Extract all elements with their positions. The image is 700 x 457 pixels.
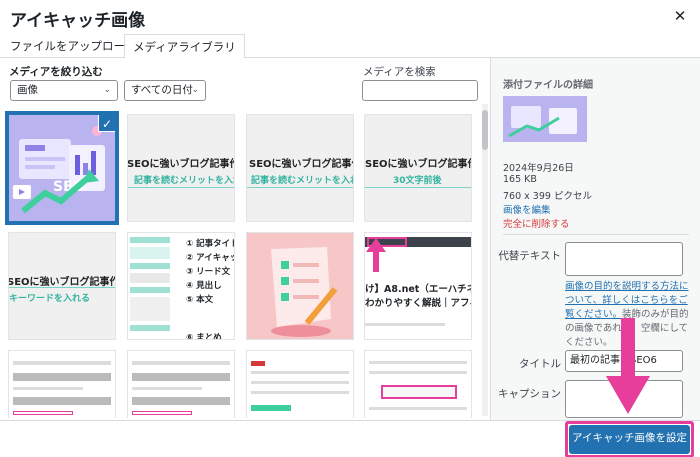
search-label: メディアを検索 [363,66,436,78]
grid-scrollbar[interactable] [482,104,488,416]
text-placeholder [365,323,445,326]
highlight-box [381,385,457,399]
attachment-details-heading: 添付ファイルの詳細 [503,80,593,91]
line [13,361,111,365]
search-input[interactable] [362,80,478,101]
line [251,371,349,374]
line [13,373,111,381]
line [132,397,230,405]
highlight-box [132,411,192,415]
close-icon[interactable]: ✕ [670,6,690,26]
filter-label: メディアを絞り込む [9,66,103,78]
date-select[interactable]: すべての日付 ⌄ [124,80,206,101]
media-type-value: 画像 [17,84,38,96]
line [13,397,111,405]
annotation-arrow-down-icon [606,318,650,414]
divider [365,187,471,188]
line [251,381,349,384]
alt-text-field[interactable] [565,242,683,276]
line [132,387,202,390]
thumb-caption: SEOに強いブログ記事作成プロ [365,159,471,170]
line [132,361,230,365]
divider [9,287,115,288]
divider [247,187,353,188]
line [251,391,349,394]
media-thumb[interactable]: SEOに強いブログ記事作成プロ 30文字前後 [364,114,472,222]
tab-media-library[interactable]: メディアライブラリ [124,34,245,59]
divider [128,187,234,188]
line [369,407,467,410]
attachment-dimensions: 760 x 399 ピクセル [503,191,592,202]
outline-item: ⑥ まとめ [186,333,222,340]
caption-label: キャプション [498,388,561,400]
outline-item: ⑤ 本文 [186,295,214,305]
scrollbar-knob[interactable] [482,110,488,150]
media-thumb-checklist[interactable] [246,232,354,340]
modal-title: アイキャッチ画像 [10,11,146,31]
outline-item: ① 記事タイトル [186,239,234,249]
attachment-details-sidebar: 添付ファイルの詳細 2024年9月26日 165 KB 760 x 399 ピク… [490,58,700,420]
delete-permanently-link[interactable]: 完全に削除する [503,216,570,230]
thumb-subcaption: 30文字前後 [393,176,442,186]
outline-item: ③ リード文 [186,267,231,277]
line [369,371,467,374]
media-thumb[interactable]: SEOに強いブログ記事作成プロ 記事を読むメリットを入れる [246,114,354,222]
media-grid: SEO ✓ SEOに強いブログ記事作成プロ 記事を読むメリットを入れる SEOに… [0,104,490,418]
edit-image-link[interactable]: 画像を編集 [503,202,551,216]
button-shape [251,405,291,411]
chevron-down-icon: ⌄ [103,85,111,95]
media-thumb-screenshot[interactable] [127,350,235,418]
thumb-subcaption: キーワードを入れる [9,294,91,304]
outline-item: ④ 見出し [186,281,222,291]
title-label: タイトル [519,358,561,370]
outline-diagram [130,237,170,331]
media-thumb-seo-illustration[interactable]: SEO ✓ [5,111,119,225]
highlight-box [13,411,73,415]
modal-footer: アイキャッチ画像を設定 [0,420,700,457]
chevron-down-icon: ⌄ [191,85,199,95]
line [369,361,467,364]
media-thumb[interactable]: SEOに強いブログ記事作成プロ キーワードを入れる [8,232,116,340]
thumb-caption: SEOに強いブログ記事作成プロ [249,159,353,170]
attachment-preview-image [503,96,587,142]
annotation-arrow-up-icon [366,238,386,272]
thumb-caption: SEOに強いブログ記事作成プロ [127,159,234,170]
media-thumb-screenshot[interactable] [8,350,116,418]
article-title-line: わかりやすく解説｜アフィリエ [365,298,471,309]
line [13,387,83,390]
media-thumb-outline[interactable]: ① 記事タイトル ② アイキャッ ③ リード文 ④ 見出し ⑤ 本文 ⑥ まとめ [127,232,235,340]
date-value: すべての日付 [131,84,193,96]
tab-bar: ファイルをアップロード メディアライブラリ [0,34,700,59]
thumb-subcaption: 記事を読むメリットを入れる [134,176,234,186]
article-title-line: け】A8.net（エーハチネット） [365,284,471,295]
checklist-illustration [247,233,353,339]
line [132,373,230,381]
media-thumb-screenshot[interactable] [364,350,472,418]
media-thumb-screenshot[interactable] [246,350,354,418]
logo-mark [251,361,265,366]
thumb-subcaption: 記事を読むメリットを入れる [251,176,353,186]
thumb-caption: SEOに強いブログ記事作成プロ [8,277,115,288]
attachment-size: 165 KB [503,174,537,185]
media-thumb[interactable]: SEOに強いブログ記事作成プロ 記事を読むメリットを入れる [127,114,235,222]
outline-list: ① 記事タイトル ② アイキャッ ③ リード文 ④ 見出し ⑤ 本文 ⑥ まとめ [186,237,235,340]
divider [503,234,689,235]
selected-check-icon[interactable]: ✓ [98,115,115,132]
attachment-date: 2024年9月26日 [503,163,574,174]
alt-text-label: 代替テキスト [498,250,561,262]
set-featured-image-button[interactable]: アイキャッチ画像を設定 [569,425,690,454]
media-type-select[interactable]: 画像 ⌄ [10,80,118,101]
outline-item: ② アイキャッ [186,253,235,263]
